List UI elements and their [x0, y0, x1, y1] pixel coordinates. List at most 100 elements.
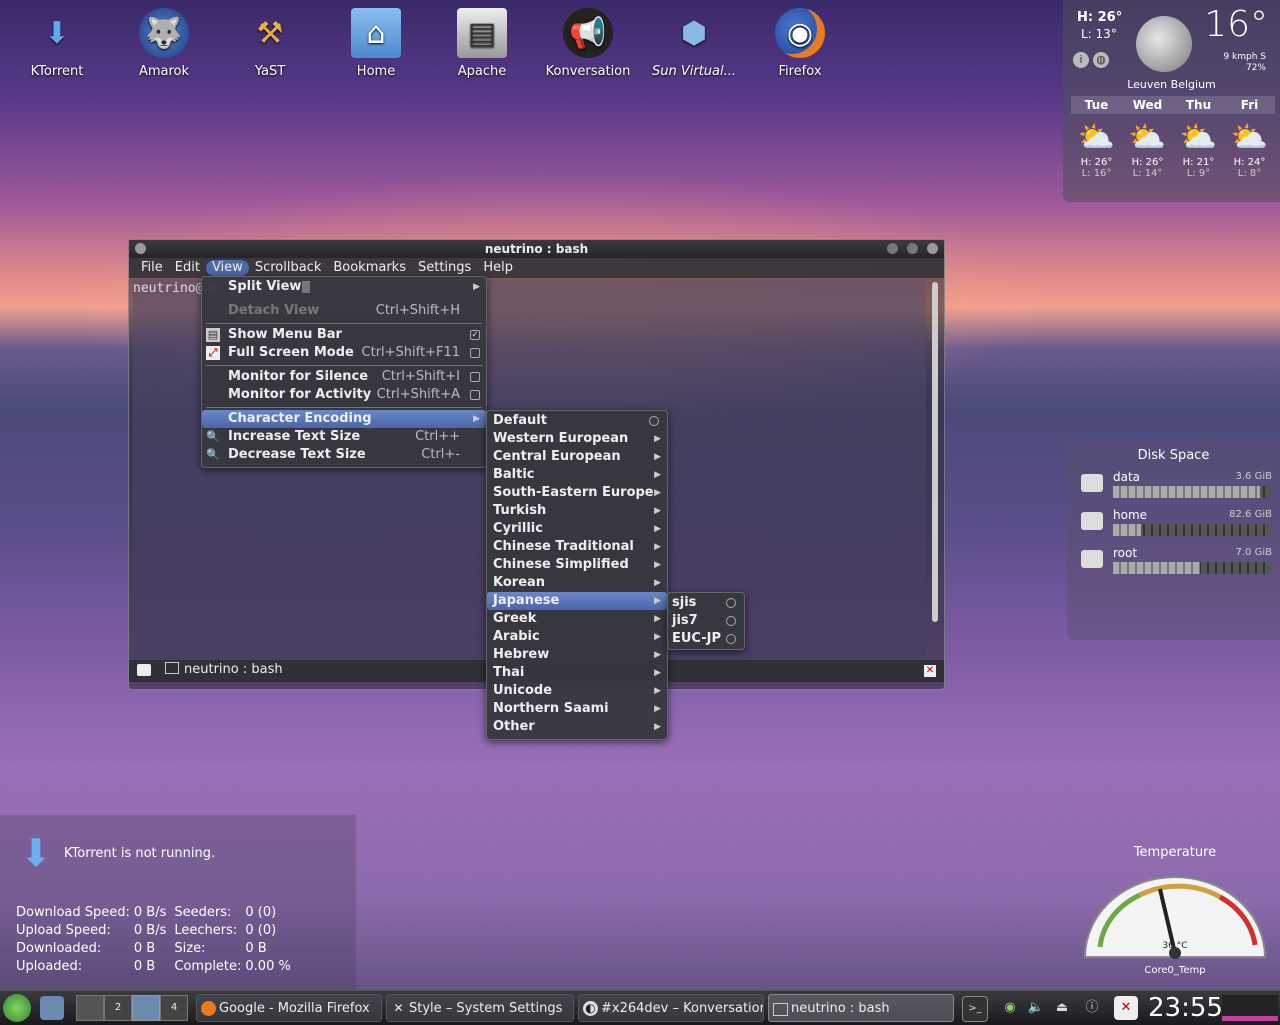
encoding-item-label: Greek [493, 611, 537, 626]
ktorrent-stat-row: Uploaded: 0 B Complete: 0.00 % [14, 957, 293, 975]
desktop-icon-konversation[interactable]: 📢 Konversation [543, 8, 633, 79]
desktop-icon-amarok[interactable]: 🐺 Amarok [119, 8, 209, 79]
menu-view[interactable]: View [205, 260, 249, 276]
desktop-icon-home[interactable]: ⌂ Home [331, 8, 421, 79]
terminal-scrollbar[interactable] [932, 282, 938, 622]
stat-value: 0 B [133, 940, 156, 956]
window-titlebar[interactable]: neutrino : bash [129, 240, 944, 258]
pager-desktop-3[interactable] [132, 995, 160, 1021]
menu-item-show-menu-bar[interactable]: ▤ Show Menu Bar ✓ [202, 326, 486, 344]
encoding-item[interactable]: Turkish ▶ [487, 502, 667, 520]
encoding-item[interactable]: Western European ▶ [487, 430, 667, 448]
pager-desktop-4[interactable]: 4 [160, 995, 188, 1021]
menu-edit[interactable]: Edit [169, 258, 206, 278]
window-title: neutrino : bash [484, 242, 589, 256]
submenu-arrow-icon: ▶ [654, 578, 661, 588]
menu-settings[interactable]: Settings [412, 258, 477, 278]
stat-label: Leechers: [174, 922, 238, 938]
encoding-item[interactable]: Greek ▶ [487, 610, 667, 628]
submenu-arrow-icon: ▶ [473, 414, 480, 424]
menu-item-decrease-text[interactable]: 🔍 Decrease Text Size Ctrl+- [202, 446, 486, 464]
encoding-item[interactable]: Arabic ▶ [487, 628, 667, 646]
encoding-item[interactable]: Central European ▶ [487, 448, 667, 466]
info-icon[interactable]: i [1073, 52, 1089, 68]
close-icon[interactable] [927, 243, 938, 254]
encoding-item[interactable]: Chinese Simplified ▶ [487, 556, 667, 574]
encoding-item[interactable]: Other ▶ [487, 718, 667, 736]
disk-space-title: Disk Space [1137, 448, 1210, 463]
encoding-item[interactable]: Baltic ▶ [487, 466, 667, 484]
task-firefox[interactable]: Google - Mozilla Firefox [196, 994, 382, 1022]
menu-scrollback[interactable]: Scrollback [249, 258, 328, 278]
desktop-icon-virtualbox[interactable]: ⬢ Sun Virtual... [649, 8, 739, 80]
encoding-item[interactable]: Korean ▶ [487, 574, 667, 592]
encoding-item[interactable]: Thai ▶ [487, 664, 667, 682]
menu-item-character-encoding[interactable]: Character Encoding ▶ [202, 410, 486, 428]
volume-icon[interactable]: 🔈 [1024, 996, 1048, 1020]
desktop-icon-apache[interactable]: ▤ Apache [437, 8, 527, 79]
tab-neutrino-bash[interactable]: neutrino : bash [165, 662, 283, 677]
klipper-icon[interactable]: ✕ [1114, 996, 1138, 1020]
clock[interactable]: 23:55 [1148, 991, 1223, 1025]
menu-bookmarks[interactable]: Bookmarks [327, 258, 412, 278]
window-menu-icon[interactable] [135, 243, 146, 254]
task-label: neutrino : bash [791, 1001, 890, 1016]
desktop-icon-ktorrent[interactable]: ⬇ KTorrent [12, 8, 102, 80]
konsole-tray-icon[interactable]: >_ [962, 996, 988, 1022]
zoom-out-icon: 🔍 [206, 448, 220, 461]
menu-file[interactable]: File [135, 258, 169, 278]
settings-icon: ✕ [393, 1001, 404, 1015]
maximize-icon[interactable] [907, 243, 918, 254]
menu-item-increase-text[interactable]: 🔍 Increase Text Size Ctrl++ [202, 428, 486, 446]
japanese-encoding-item[interactable]: jis7 [668, 612, 744, 630]
encoding-item[interactable]: Cyrillic ▶ [487, 520, 667, 538]
stat-label: Uploaded: [16, 958, 83, 974]
japanese-encoding-item[interactable]: EUC-JP [668, 630, 744, 648]
new-tab-icon[interactable] [137, 664, 151, 676]
stat-value: 0 (0) [245, 922, 277, 938]
menu-help[interactable]: Help [477, 258, 519, 278]
encoding-item[interactable]: Hebrew ▶ [487, 646, 667, 664]
pager-desktop-2[interactable]: 2 [104, 995, 132, 1021]
task-konsole[interactable]: neutrino : bash [768, 994, 954, 1022]
desktop-icon-label: Sun Virtual... [651, 64, 737, 79]
stat-value: 0 (0) [245, 904, 277, 920]
task-konversation[interactable]: ◐ #x264dev – Konversation [578, 994, 764, 1022]
forecast-low: L: 9° [1186, 168, 1211, 179]
japanese-encoding-item[interactable]: sjis [668, 594, 744, 612]
forecast-high: H: 26° [1080, 157, 1113, 168]
desktop-icon-yast[interactable]: ⚒ YaST [225, 8, 315, 80]
desktop-icon-firefox[interactable]: ◉ Firefox [755, 8, 845, 79]
menu-item-full-screen[interactable]: ⤢ Full Screen Mode Ctrl+Shift+F11 [202, 344, 486, 362]
network-icon[interactable]: ◉ [998, 996, 1022, 1020]
partly-cloudy-icon: ⛅ [1179, 120, 1218, 155]
show-desktop-icon[interactable] [40, 996, 64, 1020]
temperature-title: Temperature [1133, 845, 1217, 860]
encoding-item[interactable]: Unicode ▶ [487, 682, 667, 700]
menu-item-monitor-silence[interactable]: Monitor for Silence Ctrl+Shift+I [202, 368, 486, 386]
minimize-icon[interactable] [887, 243, 898, 254]
checkbox-icon [470, 348, 480, 358]
pager-desktop-1[interactable] [76, 995, 104, 1021]
menu-item-split-view[interactable]: Split View ▶ [202, 278, 486, 296]
device-notifier-icon[interactable]: ⏏ [1050, 996, 1074, 1020]
drive-root[interactable]: root 7.0 GiB [1081, 546, 1276, 582]
encoding-item[interactable]: South-Eastern Europe ▶ [487, 484, 667, 502]
drive-data[interactable]: data 3.6 GiB [1081, 470, 1276, 506]
weather-humidity: 72% [1245, 63, 1266, 73]
system-monitor-icon[interactable] [1222, 995, 1278, 1021]
info-icon[interactable]: ⓘ [1080, 996, 1104, 1020]
encoding-item[interactable]: Chinese Traditional ▶ [487, 538, 667, 556]
terminal-icon [165, 662, 179, 674]
menu-item-monitor-activity[interactable]: Monitor for Activity Ctrl+Shift+A [202, 386, 486, 404]
stat-label: Complete: [174, 958, 242, 974]
encoding-item[interactable]: Northern Saami ▶ [487, 700, 667, 718]
desktop-icon-label: Apache [457, 64, 507, 79]
drive-home[interactable]: home 82.6 GiB [1081, 508, 1276, 544]
encoding-item[interactable]: Japanese ▶ [487, 592, 667, 610]
task-system-settings[interactable]: ✕ Style – System Settings [386, 994, 574, 1022]
globe-icon[interactable]: ◍ [1093, 52, 1109, 68]
kickoff-menu-icon[interactable] [3, 994, 31, 1022]
encoding-item[interactable]: Default [487, 412, 667, 430]
close-tab-icon[interactable]: ✕ [924, 665, 936, 677]
